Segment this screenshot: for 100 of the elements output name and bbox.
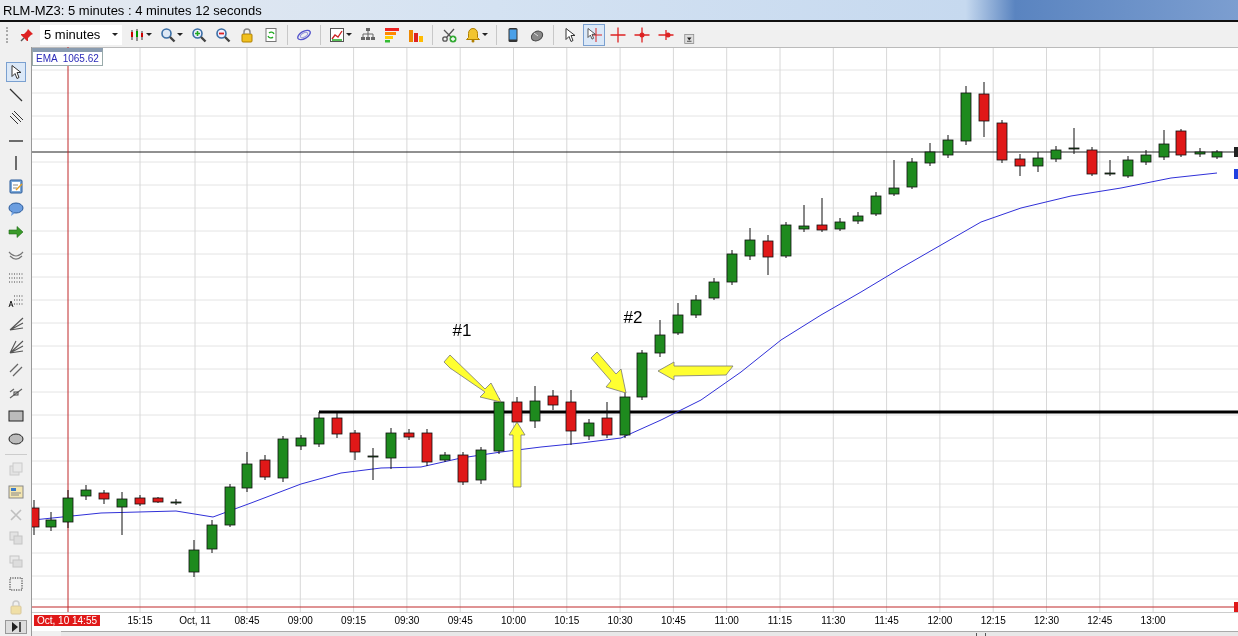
candle xyxy=(62,489,74,529)
crosshair-dot-icon xyxy=(634,26,650,43)
gann-icon xyxy=(7,339,24,356)
candle xyxy=(188,539,200,578)
candle xyxy=(726,249,738,286)
candle xyxy=(313,411,325,448)
bars-horizontal-icon xyxy=(384,26,400,43)
candle xyxy=(960,85,972,146)
pin-icon xyxy=(19,26,35,43)
paste-icon xyxy=(7,553,24,569)
candle xyxy=(32,499,40,536)
candle xyxy=(762,234,774,276)
fan-icon xyxy=(7,316,24,333)
pointer-tool[interactable] xyxy=(5,62,26,82)
candle xyxy=(80,484,92,501)
candle xyxy=(1014,153,1026,177)
candle xyxy=(457,451,469,486)
candle xyxy=(421,428,433,467)
interval-dropdown[interactable]: 5 minutes xyxy=(40,24,122,45)
speech-bubble-icon xyxy=(7,201,24,218)
magnifier-icon xyxy=(160,26,176,43)
hierarchy-icon xyxy=(360,26,376,43)
candle xyxy=(583,418,595,441)
parallel-lines-icon xyxy=(7,110,24,126)
candle xyxy=(852,211,864,225)
time-label: 12:00 xyxy=(927,615,953,626)
play-button[interactable] xyxy=(4,620,27,634)
candle xyxy=(1086,146,1098,177)
phone-icon xyxy=(505,26,521,43)
candle xyxy=(942,134,954,159)
time-label: 11:00 xyxy=(714,615,739,626)
candle xyxy=(924,142,936,167)
zoom-in-icon xyxy=(191,26,207,43)
crosshair-pointer-button[interactable] xyxy=(583,23,605,46)
arrow xyxy=(443,354,502,403)
chart-window-icon xyxy=(329,26,345,43)
arrow-icon xyxy=(7,224,24,241)
candle xyxy=(134,494,146,507)
candle xyxy=(1158,129,1170,161)
zoom-out-icon xyxy=(215,26,231,43)
time-label: 12:15 xyxy=(980,615,1006,626)
bell-icon xyxy=(465,26,481,43)
candle xyxy=(439,451,451,463)
candle xyxy=(116,491,128,536)
annotation-label: #2 xyxy=(623,308,643,327)
candle xyxy=(654,319,666,358)
candle xyxy=(367,447,379,481)
candle xyxy=(547,389,559,411)
delete-icon xyxy=(7,507,24,523)
candle xyxy=(331,412,343,439)
candle xyxy=(1122,155,1134,179)
time-label: 12:45 xyxy=(1087,615,1113,626)
candle xyxy=(906,157,918,190)
candle xyxy=(1194,147,1206,158)
time-label: 13:00 xyxy=(1140,615,1166,626)
time-label: 08:45 xyxy=(234,615,260,626)
lock-icon xyxy=(7,599,24,615)
note-icon xyxy=(7,178,24,195)
time-label: 09:45 xyxy=(447,615,473,626)
time-label: Oct, 10 14:55 xyxy=(34,615,100,626)
candle xyxy=(1104,159,1116,177)
candle xyxy=(385,427,397,470)
candle xyxy=(98,489,110,505)
rectangle-icon xyxy=(7,408,24,425)
indicator-label: EMA 1065.62 xyxy=(32,48,103,66)
select-area-icon xyxy=(7,576,24,592)
candle xyxy=(798,204,810,233)
candle xyxy=(475,446,487,485)
annotation-label: #1 xyxy=(452,321,472,340)
candle xyxy=(224,483,236,528)
candle xyxy=(816,197,828,233)
vertical-line-icon xyxy=(14,155,17,172)
arrow xyxy=(508,421,526,488)
crosshair-pointer-icon xyxy=(586,26,602,43)
scissors-plus-icon xyxy=(441,26,457,43)
candle xyxy=(1175,128,1187,158)
candle xyxy=(834,217,846,232)
table-tool[interactable] xyxy=(5,482,26,502)
horizontal-line-icon xyxy=(7,139,24,142)
overflow-icon xyxy=(684,32,696,45)
time-label: 10:15 xyxy=(554,615,580,626)
candle xyxy=(295,434,307,451)
fibonacci-icon xyxy=(7,293,24,310)
candle xyxy=(349,429,361,461)
time-label: 12:30 xyxy=(1034,615,1059,626)
copy-icon xyxy=(7,530,24,546)
candle xyxy=(1032,151,1044,173)
layers-icon xyxy=(7,461,24,477)
candle xyxy=(780,221,792,259)
arrow xyxy=(590,351,627,394)
lock-icon xyxy=(239,26,255,43)
candle xyxy=(45,511,57,532)
candle xyxy=(708,277,720,301)
time-label: 11:45 xyxy=(874,615,899,626)
price-marker xyxy=(1234,169,1238,179)
candle xyxy=(1050,145,1062,163)
candle xyxy=(690,294,702,319)
time-label: 09:00 xyxy=(287,615,313,626)
candle xyxy=(619,391,631,439)
candle xyxy=(996,119,1008,164)
